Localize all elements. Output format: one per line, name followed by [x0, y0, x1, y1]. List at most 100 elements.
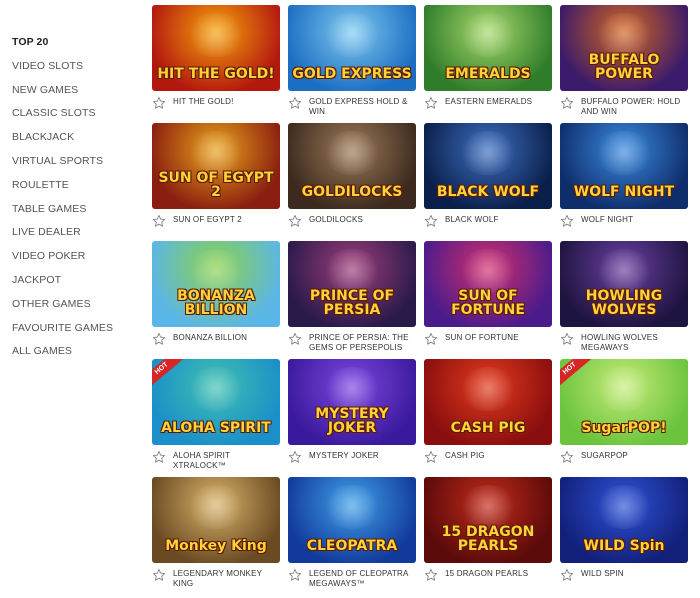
- game-thumbnail[interactable]: SUN OF FORTUNE: [424, 241, 552, 327]
- favourite-star-icon[interactable]: [560, 332, 574, 346]
- game-card[interactable]: Monkey King LEGENDARY MONKEY KING: [152, 477, 280, 595]
- favourite-star-icon[interactable]: [560, 214, 574, 228]
- sidebar-item-other-games[interactable]: OTHER GAMES: [12, 296, 142, 320]
- favourite-star-icon[interactable]: [152, 450, 166, 464]
- game-title[interactable]: SUGARPOP: [581, 449, 628, 461]
- game-thumbnail[interactable]: HIT THE GOLD!: [152, 5, 280, 91]
- game-title[interactable]: GOLD EXPRESS HOLD & WIN: [309, 95, 416, 117]
- thumbnail-logo-text: HIT THE GOLD!: [157, 66, 275, 82]
- game-thumbnail[interactable]: WILD Spin: [560, 477, 688, 563]
- game-thumbnail[interactable]: BUFFALO POWER: [560, 5, 688, 91]
- game-title[interactable]: LEGENDARY MONKEY KING: [173, 567, 280, 589]
- game-title[interactable]: CASH PIG: [445, 449, 485, 461]
- game-card[interactable]: SugarPOP! HOT SUGARPOP: [560, 359, 688, 477]
- game-thumbnail[interactable]: CASH PIG: [424, 359, 552, 445]
- game-label-row: CASH PIG: [424, 449, 552, 464]
- game-title[interactable]: BONANZA BILLION: [173, 331, 247, 343]
- favourite-star-icon[interactable]: [152, 96, 166, 110]
- game-title[interactable]: WOLF NIGHT: [581, 213, 633, 225]
- sidebar-item-all-games[interactable]: ALL GAMES: [12, 343, 142, 367]
- sidebar-item-live-dealer[interactable]: LIVE DEALER: [12, 224, 142, 248]
- favourite-star-icon[interactable]: [424, 214, 438, 228]
- game-label-row: SUN OF FORTUNE: [424, 331, 552, 346]
- game-card[interactable]: GOLDILOCKS GOLDILOCKS: [288, 123, 416, 241]
- game-title[interactable]: WILD SPIN: [581, 567, 624, 579]
- favourite-star-icon[interactable]: [560, 96, 574, 110]
- favourite-star-icon[interactable]: [560, 450, 574, 464]
- game-card[interactable]: WOLF NIGHT WOLF NIGHT: [560, 123, 688, 241]
- game-title[interactable]: GOLDILOCKS: [309, 213, 363, 225]
- sidebar-item-video-slots[interactable]: VIDEO SLOTS: [12, 58, 142, 82]
- game-card[interactable]: WILD Spin WILD SPIN: [560, 477, 688, 595]
- sidebar-item-roulette[interactable]: ROULETTE: [12, 177, 142, 201]
- game-thumbnail[interactable]: SUN OF EGYPT 2: [152, 123, 280, 209]
- game-title[interactable]: 15 DRAGON PEARLS: [445, 567, 528, 579]
- game-card[interactable]: HIT THE GOLD! HIT THE GOLD!: [152, 5, 280, 123]
- game-thumbnail[interactable]: BONANZA BILLION: [152, 241, 280, 327]
- game-card[interactable]: CLEOPATRA LEGEND OF CLEOPATRA MEGAWAYS™: [288, 477, 416, 595]
- favourite-star-icon[interactable]: [288, 96, 302, 110]
- game-thumbnail[interactable]: 15 DRAGON PEARLS: [424, 477, 552, 563]
- game-title[interactable]: LEGEND OF CLEOPATRA MEGAWAYS™: [309, 567, 416, 589]
- game-thumbnail[interactable]: MYSTERY JOKER: [288, 359, 416, 445]
- favourite-star-icon[interactable]: [560, 568, 574, 582]
- game-card[interactable]: BUFFALO POWER BUFFALO POWER: HOLD AND WIN: [560, 5, 688, 123]
- favourite-star-icon[interactable]: [152, 214, 166, 228]
- favourite-star-icon[interactable]: [152, 332, 166, 346]
- game-card[interactable]: EMERALDS EASTERN EMERALDS: [424, 5, 552, 123]
- sidebar-item-favourite-games[interactable]: FAVOURITE GAMES: [12, 320, 142, 344]
- game-thumbnail[interactable]: EMERALDS: [424, 5, 552, 91]
- game-thumbnail[interactable]: SugarPOP! HOT: [560, 359, 688, 445]
- game-card[interactable]: SUN OF FORTUNE SUN OF FORTUNE: [424, 241, 552, 359]
- favourite-star-icon[interactable]: [288, 450, 302, 464]
- game-card[interactable]: GOLD EXPRESS GOLD EXPRESS HOLD & WIN: [288, 5, 416, 123]
- sidebar-item-virtual-sports[interactable]: VIRTUAL SPORTS: [12, 153, 142, 177]
- game-card[interactable]: MYSTERY JOKER MYSTERY JOKER: [288, 359, 416, 477]
- game-card[interactable]: HOWLING WOLVES HOWLING WOLVES MEGAWAYS: [560, 241, 688, 359]
- game-thumbnail[interactable]: BLACK WOLF: [424, 123, 552, 209]
- game-thumbnail[interactable]: GOLD EXPRESS: [288, 5, 416, 91]
- favourite-star-icon[interactable]: [424, 96, 438, 110]
- favourite-star-icon[interactable]: [288, 214, 302, 228]
- game-card[interactable]: PRINCE OF PERSIA PRINCE OF PERSIA: THE GE…: [288, 241, 416, 359]
- game-thumbnail[interactable]: PRINCE OF PERSIA: [288, 241, 416, 327]
- game-card[interactable]: ALOHA SPIRIT HOT ALOHA SPIRIT XTRALOCK™: [152, 359, 280, 477]
- game-title[interactable]: HIT THE GOLD!: [173, 95, 234, 107]
- game-thumbnail[interactable]: Monkey King: [152, 477, 280, 563]
- favourite-star-icon[interactable]: [288, 568, 302, 582]
- game-card[interactable]: BLACK WOLF BLACK WOLF: [424, 123, 552, 241]
- favourite-star-icon[interactable]: [424, 450, 438, 464]
- favourite-star-icon[interactable]: [424, 332, 438, 346]
- game-title[interactable]: BLACK WOLF: [445, 213, 499, 225]
- sidebar-item-video-poker[interactable]: VIDEO POKER: [12, 248, 142, 272]
- sidebar-item-blackjack[interactable]: BLACKJACK: [12, 129, 142, 153]
- game-title[interactable]: SUN OF FORTUNE: [445, 331, 519, 343]
- game-label-row: EASTERN EMERALDS: [424, 95, 552, 110]
- game-thumbnail[interactable]: WOLF NIGHT: [560, 123, 688, 209]
- game-thumbnail[interactable]: GOLDILOCKS: [288, 123, 416, 209]
- sidebar-item-jackpot[interactable]: JACKPOT: [12, 272, 142, 296]
- game-title[interactable]: HOWLING WOLVES MEGAWAYS: [581, 331, 688, 353]
- game-card[interactable]: SUN OF EGYPT 2 SUN OF EGYPT 2: [152, 123, 280, 241]
- game-card[interactable]: 15 DRAGON PEARLS 15 DRAGON PEARLS: [424, 477, 552, 595]
- sidebar-item-classic-slots[interactable]: CLASSIC SLOTS: [12, 105, 142, 129]
- game-title[interactable]: EASTERN EMERALDS: [445, 95, 532, 107]
- sidebar-item-new-games[interactable]: NEW GAMES: [12, 82, 142, 106]
- game-grid: HIT THE GOLD! HIT THE GOLD! GOLD EXPRESS GO…: [152, 5, 700, 595]
- game-thumbnail[interactable]: CLEOPATRA: [288, 477, 416, 563]
- game-thumbnail[interactable]: ALOHA SPIRIT HOT: [152, 359, 280, 445]
- sidebar-item-top-20[interactable]: TOP 20: [12, 34, 142, 58]
- game-card[interactable]: BONANZA BILLION BONANZA BILLION: [152, 241, 280, 359]
- favourite-star-icon[interactable]: [424, 568, 438, 582]
- favourite-star-icon[interactable]: [152, 568, 166, 582]
- game-title[interactable]: MYSTERY JOKER: [309, 449, 379, 461]
- game-card[interactable]: CASH PIG CASH PIG: [424, 359, 552, 477]
- game-title[interactable]: PRINCE OF PERSIA: THE GEMS OF PERSEPOLIS: [309, 331, 416, 353]
- game-title[interactable]: BUFFALO POWER: HOLD AND WIN: [581, 95, 688, 117]
- sidebar-item-table-games[interactable]: TABLE GAMES: [12, 201, 142, 225]
- favourite-star-icon[interactable]: [288, 332, 302, 346]
- game-thumbnail[interactable]: HOWLING WOLVES: [560, 241, 688, 327]
- game-title[interactable]: SUN OF EGYPT 2: [173, 213, 242, 225]
- thumbnail-artwork: [322, 367, 382, 411]
- game-title[interactable]: ALOHA SPIRIT XTRALOCK™: [173, 449, 280, 471]
